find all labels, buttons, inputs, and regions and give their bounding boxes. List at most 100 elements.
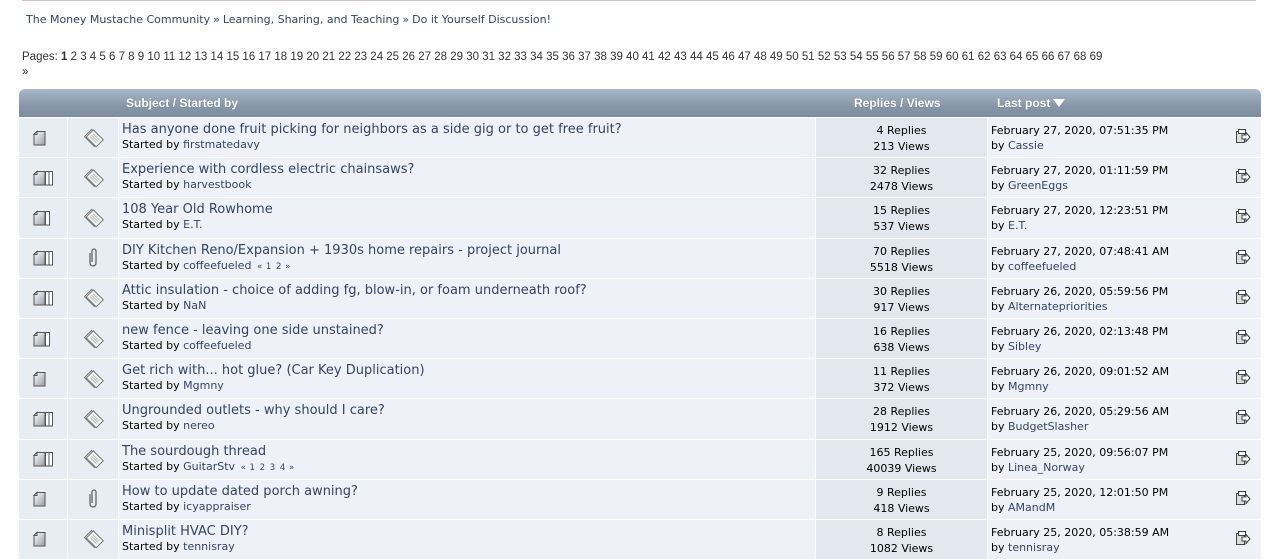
pagination-page-link[interactable]: 46 — [722, 51, 735, 63]
last-post-author-link[interactable]: Sibley — [1008, 340, 1041, 353]
pagination-page-link[interactable]: 58 — [914, 51, 927, 63]
pagination-page-link[interactable]: 15 — [226, 51, 239, 63]
pagination-page-link[interactable]: 57 — [898, 51, 911, 63]
topic-page-link[interactable]: 3 — [270, 463, 275, 473]
last-post-author-link[interactable]: coffeefueled — [1008, 260, 1076, 273]
go-to-last-post-icon[interactable] — [1235, 289, 1251, 306]
go-to-last-post-icon[interactable] — [1235, 450, 1251, 467]
breadcrumb-link-diy[interactable]: Do it Yourself Discussion! — [412, 13, 551, 26]
pagination-page-link[interactable]: 10 — [147, 51, 160, 63]
pagination-page-link[interactable]: 49 — [770, 51, 783, 63]
pagination-page-link[interactable]: 35 — [546, 51, 559, 63]
topic-title-link[interactable]: DIY Kitchen Reno/Expansion + 1930s home … — [122, 243, 815, 258]
pagination-page-link[interactable]: 22 — [338, 51, 351, 63]
pagination-page-link[interactable]: 51 — [802, 51, 815, 63]
pagination-page-link[interactable]: 8 — [128, 51, 134, 63]
pagination-page-link[interactable]: 32 — [498, 51, 511, 63]
topic-author-link[interactable]: firstmatedavy — [183, 138, 260, 151]
pagination-page-link[interactable]: 30 — [466, 51, 479, 63]
go-to-last-post-icon[interactable] — [1235, 329, 1251, 346]
pagination-page-link[interactable]: 3 — [80, 51, 86, 63]
pagination-page-link[interactable]: 62 — [978, 51, 991, 63]
topic-title-link[interactable]: How to update dated porch awning? — [122, 484, 815, 499]
pagination-page-link[interactable]: 48 — [754, 51, 767, 63]
topic-author-link[interactable]: coffeefueled — [183, 259, 251, 272]
topic-page-link[interactable]: 2 — [260, 463, 265, 473]
pagination-page-link[interactable]: 65 — [1026, 51, 1039, 63]
last-post-author-link[interactable]: Cassie — [1008, 139, 1044, 152]
pagination-page-link[interactable]: 31 — [482, 51, 495, 63]
topic-title-link[interactable]: The sourdough thread — [122, 444, 815, 459]
pagination-page-link[interactable]: 23 — [354, 51, 367, 63]
topic-author-link[interactable]: NaN — [183, 299, 206, 312]
pagination-page-link[interactable]: 5 — [99, 51, 105, 63]
topic-title-link[interactable]: Attic insulation - choice of adding fg, … — [122, 283, 815, 298]
go-to-last-post-icon[interactable] — [1235, 410, 1251, 426]
pagination-page-link[interactable]: 69 — [1090, 51, 1103, 63]
topic-author-link[interactable]: tennisray — [183, 540, 235, 553]
pagination-page-link[interactable]: 38 — [594, 51, 607, 63]
pagination-page-link[interactable]: 64 — [1010, 51, 1023, 63]
pagination-page-link[interactable]: 63 — [994, 51, 1007, 63]
topic-title-link[interactable]: 108 Year Old Rowhome — [122, 202, 815, 217]
pagination-page-link[interactable]: 24 — [370, 51, 383, 63]
header-last-post[interactable]: Last post — [997, 96, 1066, 110]
header-subject[interactable]: Subject / Started by — [126, 96, 238, 110]
pagination-page-link[interactable]: 59 — [930, 51, 943, 63]
breadcrumb-link-learning[interactable]: Learning, Sharing, and Teaching — [223, 13, 400, 26]
topic-page-link[interactable]: 1 — [249, 463, 254, 473]
pagination-page-link[interactable]: 11 — [163, 51, 175, 63]
go-to-last-post-icon[interactable] — [1235, 490, 1251, 507]
pagination-page-link[interactable]: 4 — [90, 51, 96, 63]
pagination-page-link[interactable]: 29 — [450, 51, 463, 63]
pagination-page-link[interactable]: 37 — [578, 51, 591, 63]
go-to-last-post-icon[interactable] — [1235, 530, 1251, 547]
pagination-page-link[interactable]: 39 — [610, 51, 623, 63]
pagination-page-link[interactable]: 13 — [194, 51, 207, 63]
breadcrumb-link-community[interactable]: The Money Mustache Community — [26, 13, 210, 26]
pagination-page-link[interactable]: 44 — [690, 51, 703, 63]
topic-title-link[interactable]: Experience with cordless electric chains… — [122, 162, 815, 177]
pagination-page-link[interactable]: 26 — [402, 51, 415, 63]
pagination-page-link[interactable]: 60 — [946, 51, 959, 63]
pagination-page-link[interactable]: 2 — [71, 51, 77, 63]
last-post-author-link[interactable]: E.T. — [1008, 219, 1027, 232]
sort-last-post-link[interactable]: Last post — [997, 96, 1050, 110]
topic-author-link[interactable]: harvestbook — [183, 178, 251, 191]
pagination-page-link[interactable]: 41 — [642, 51, 655, 63]
last-post-author-link[interactable]: Alternatepriorities — [1008, 300, 1108, 313]
go-to-last-post-icon[interactable] — [1235, 169, 1251, 185]
pagination-page-link[interactable]: 66 — [1042, 51, 1055, 63]
topic-author-link[interactable]: icyappraiser — [183, 500, 251, 513]
last-post-author-link[interactable]: Linea_Norway — [1008, 461, 1085, 474]
go-to-last-post-icon[interactable] — [1235, 209, 1251, 225]
pagination-page-link[interactable]: 20 — [306, 51, 319, 63]
go-to-last-post-icon[interactable] — [1235, 249, 1251, 266]
topic-page-link[interactable]: 4 — [280, 463, 285, 473]
pagination-page-link[interactable]: 33 — [514, 51, 527, 63]
pagination-page-link[interactable]: 18 — [274, 51, 287, 63]
pagination-page-link[interactable]: 55 — [866, 51, 879, 63]
pagination-page-link[interactable]: 47 — [738, 51, 751, 63]
go-to-last-post-icon[interactable] — [1235, 129, 1251, 145]
pagination-page-link[interactable]: 68 — [1074, 51, 1087, 63]
pagination-page-link[interactable]: 67 — [1058, 51, 1071, 63]
pagination-page-link[interactable]: 19 — [290, 51, 303, 63]
topic-author-link[interactable]: nereo — [183, 419, 215, 432]
last-post-author-link[interactable]: GreenEggs — [1008, 179, 1068, 192]
last-post-author-link[interactable]: AMandM — [1008, 501, 1055, 514]
pagination-page-link[interactable]: 61 — [962, 51, 975, 63]
pagination-page-link[interactable]: 54 — [850, 51, 863, 63]
last-post-author-link[interactable]: Mgmny — [1008, 380, 1049, 393]
sort-subject-link[interactable]: Subject / Started by — [126, 96, 238, 110]
last-post-author-link[interactable]: BudgetSlasher — [1008, 420, 1088, 433]
go-to-last-post-icon[interactable] — [1235, 370, 1251, 386]
pagination-page-link[interactable]: 42 — [658, 51, 671, 63]
pagination-page-link[interactable]: 27 — [418, 51, 431, 63]
pagination-page-link[interactable]: 40 — [626, 51, 639, 63]
header-replies[interactable]: Replies / Views — [854, 96, 941, 110]
topic-title-link[interactable]: Ungrounded outlets - why should I care? — [122, 403, 815, 418]
pagination-page-link[interactable]: 9 — [138, 51, 144, 63]
pagination-page-link[interactable]: 7 — [119, 51, 125, 63]
topic-page-link[interactable]: 1 — [266, 262, 271, 272]
